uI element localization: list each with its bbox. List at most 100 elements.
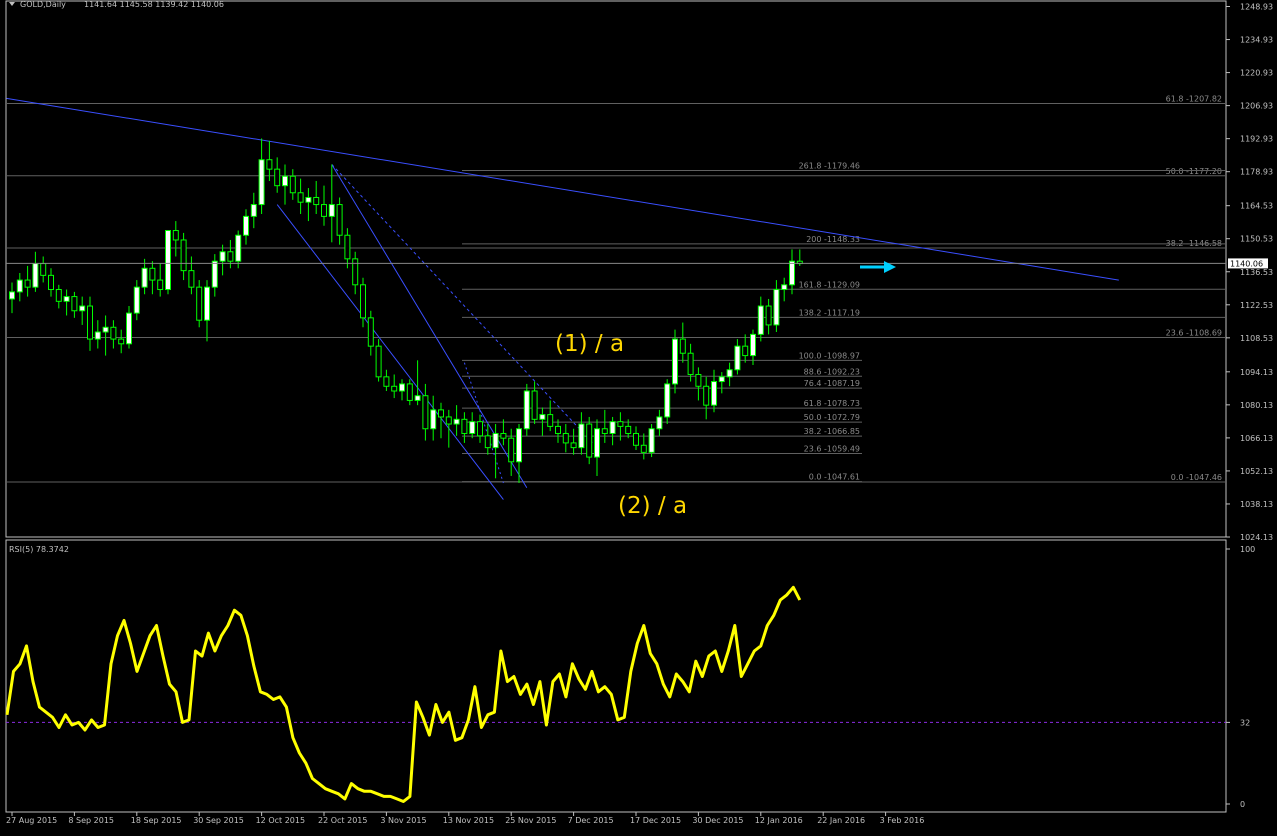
fib-level-label: 76.4 -1087.19 [804,379,860,388]
time-tick-label: 27 Aug 2015 [6,816,57,825]
candle-body [157,279,164,291]
price-tick-label: 1220.93 [1240,69,1273,78]
candle-body [523,390,530,430]
candle-body [601,428,608,434]
candle-body [508,437,515,463]
candle-body [687,352,694,375]
wave-label-1: (1) / a [555,331,624,357]
price-tick-label: 1080.13 [1240,401,1273,410]
price-tick-label: 1192.93 [1240,135,1273,144]
candle-body [71,296,78,312]
time-tick-label: 30 Dec 2015 [692,816,743,825]
time-tick-label: 12 Oct 2015 [256,816,305,825]
header-label-group: GOLD,Daily 1141.64 1145.58 1139.42 1140.… [9,0,224,9]
candle-body [102,326,109,333]
time-tick-label: 30 Sep 2015 [193,816,244,825]
candle-body [789,260,795,286]
candle-body [422,395,429,430]
time-tick-label: 13 Nov 2015 [443,816,494,825]
candle-body [703,385,710,406]
candle-body [406,383,413,401]
ohlc-header: 1141.64 1145.58 1139.42 1140.06 [84,0,224,9]
fib-level-label: 138.2 -1117.19 [799,308,860,317]
candle-body [141,267,148,288]
price-tick-label: 1024.13 [1240,533,1273,542]
candle-body [126,312,132,345]
candle-body [539,414,546,420]
candle-body [664,383,671,418]
price-tick-label: 1066.13 [1240,434,1273,443]
fib-level-label: 0.0 -1047.46 [1171,473,1222,482]
price-tick-label: 1108.53 [1240,334,1273,343]
candle-body [360,284,366,319]
candle-body [757,305,764,335]
candle-body [79,305,86,312]
candle-body [282,175,288,187]
candle-body [367,317,374,347]
price-tick-label: 1234.93 [1240,36,1273,45]
candle-body [781,284,788,291]
candle-body [648,428,655,453]
candle-body [9,291,15,300]
candle-body [180,239,187,272]
candle-body [149,267,156,281]
candle-body [547,414,554,427]
fib-level-label: 23.6 -1059.49 [804,445,860,454]
candle-body [297,192,304,203]
candle-body [672,338,678,385]
candle-body [617,421,624,427]
candle-body [734,345,741,371]
chart-svg: 61.8 -1207.8250.0 -1177.2038.2 -1146.582… [0,0,1277,836]
candle-body [695,373,702,387]
candle-body [219,251,226,262]
price-tick-label: 1094.13 [1240,368,1273,377]
candle-body [196,286,203,321]
candle-body [633,432,639,446]
candle-body [742,345,749,357]
candle-body [110,326,117,340]
time-tick-label: 12 Jan 2016 [755,816,803,825]
fib-level-label: 61.8 -1078.73 [804,399,860,408]
time-tick-label: 7 Dec 2015 [568,816,614,825]
candle-body [243,215,249,236]
fib-level-label: 50.0 -1072.79 [804,413,860,422]
candle-body [274,168,281,187]
rsi-label: RSI(5) 78.3742 [9,545,69,554]
candle-body [235,234,242,262]
candle-body [375,345,382,378]
candle-body [430,409,437,430]
fib-level-label: 0.0 -1047.61 [809,473,860,482]
fib-level-label: 100.0 -1098.97 [799,351,860,360]
candle-body [594,428,600,458]
candle-body [492,432,499,449]
fib-level-label: 38.2 -1066.85 [804,427,860,436]
time-tick-label: 8 Sep 2015 [68,816,114,825]
candle-body [172,230,179,241]
candle-body [414,395,421,401]
fib-level-label: 88.6 -1092.23 [804,367,860,376]
time-tick-label: 17 Dec 2015 [630,816,681,825]
candle-body [555,425,561,434]
candle-body [477,421,483,437]
candle-body [16,279,23,293]
candle-body [718,376,725,383]
price-tick-label: 1164.53 [1240,202,1273,211]
candle-body [500,432,507,439]
candle-body [344,234,351,260]
candle-body [118,338,125,345]
candle-body [399,383,405,392]
candle-body [750,333,756,357]
price-tick-label: 1150.53 [1240,235,1273,244]
candle-body [711,381,717,406]
fib-level-label: 261.8 -1179.46 [799,161,860,170]
candle-body [625,425,632,434]
rsi-tick-label: 100 [1240,545,1255,554]
candle-body [679,338,686,354]
chart-background [0,0,1277,836]
candle-body [94,331,101,340]
candle-body [578,423,585,449]
candle-body [609,421,616,434]
price-tick-label: 1038.13 [1240,500,1273,509]
candle-body [211,260,218,288]
wave-label-2: (2) / a [618,493,687,519]
